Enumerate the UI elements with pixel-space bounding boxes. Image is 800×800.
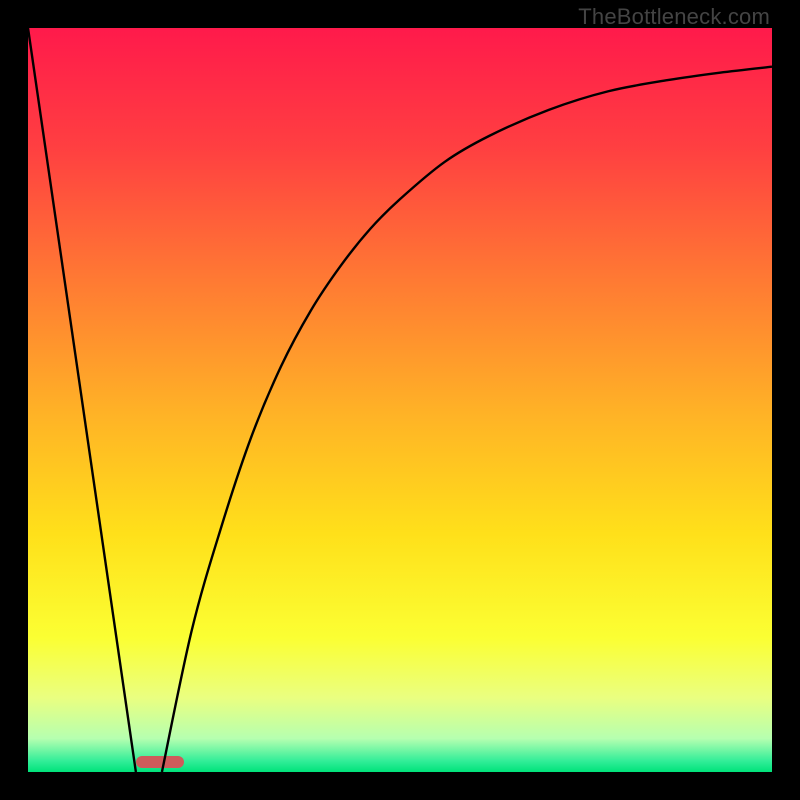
left-line-path (28, 28, 136, 772)
right-curve-path (162, 67, 772, 772)
plot-area (28, 28, 772, 772)
chart-frame: TheBottleneck.com (0, 0, 800, 800)
curve-layer (28, 28, 772, 772)
watermark-text: TheBottleneck.com (578, 4, 770, 30)
